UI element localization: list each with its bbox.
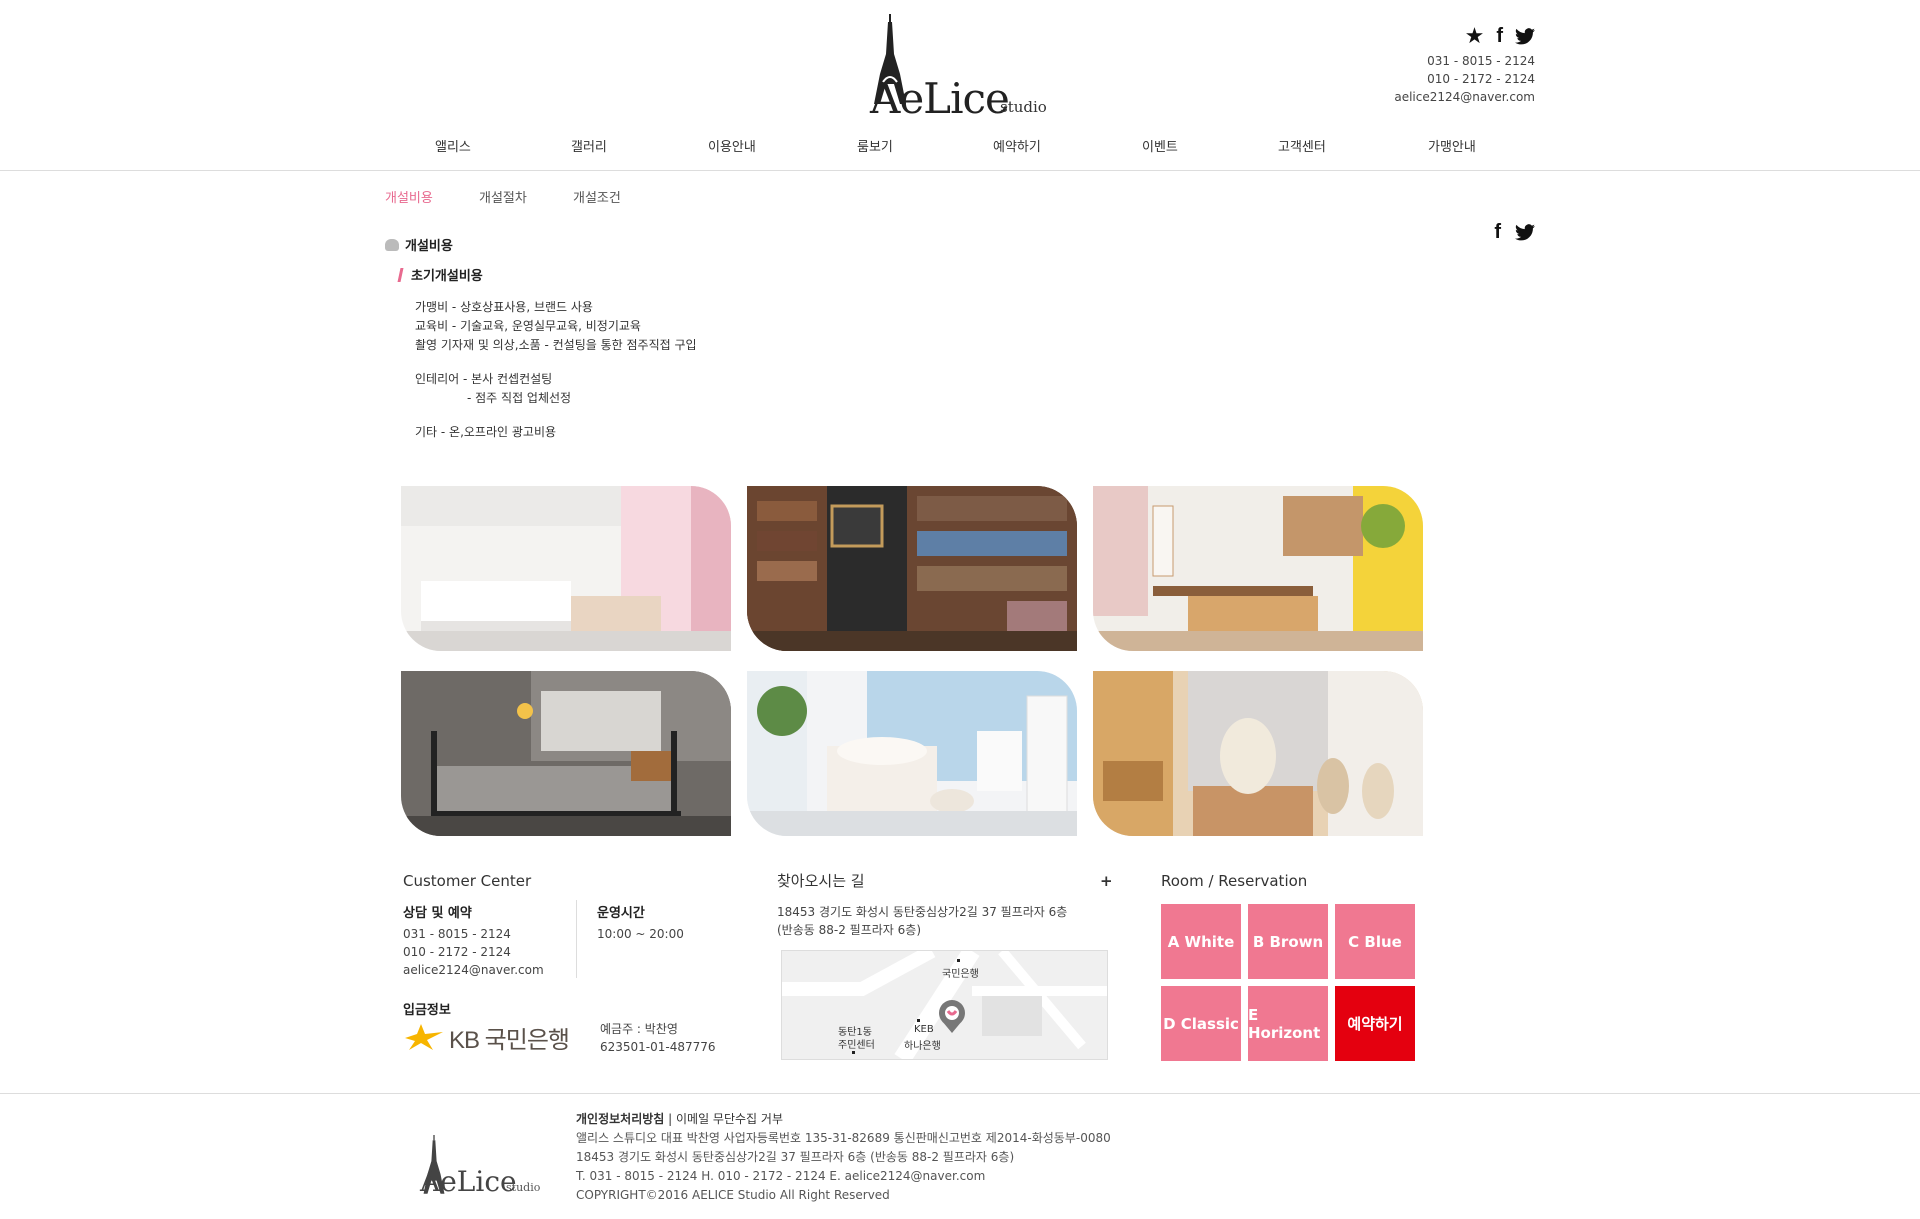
nav-item-reservation[interactable]: 예약하기 (993, 136, 1041, 155)
address-line1: 18453 경기도 화성시 동탄중심상가2길 37 필프라자 6층 (777, 905, 1068, 919)
facebook-icon[interactable]: f (1494, 221, 1501, 244)
map-label: 주민센터 (838, 1040, 875, 1051)
room-photo-image (401, 671, 731, 836)
cc-divider (576, 900, 577, 978)
hours-heading: 운영시간 (597, 906, 645, 921)
share-links: f (1494, 221, 1535, 244)
footer-links: 개인정보처리방침 | 이메일 무단수집 거부 (576, 1110, 1111, 1129)
subsection-title-text: 초기개설비용 (411, 269, 483, 284)
location-address: 18453 경기도 화성시 동탄중심상가2길 37 필프라자 6층 (반송동 8… (777, 903, 1067, 939)
footer-logo-sub: studio (506, 1181, 541, 1194)
location-map[interactable]: 국민은행 동탄1동 주민센터 KEB 하나은행 (781, 950, 1108, 1060)
header-email[interactable]: aelice2124@naver.com (1394, 88, 1535, 106)
header-phone2: 010 - 2172 - 2124 (1427, 72, 1535, 86)
privacy-policy-link[interactable]: 개인정보처리방침 (576, 1112, 664, 1126)
twitter-icon[interactable] (1515, 27, 1535, 45)
sub-tab-conditions[interactable]: 개설조건 (573, 187, 621, 206)
kb-star-icon (405, 1024, 443, 1050)
room-photo-horizont[interactable] (747, 671, 1077, 836)
room-photo-image (401, 486, 731, 651)
bank-name: KB 국민은행 (449, 1026, 570, 1054)
room-b-brown-button[interactable]: B Brown (1248, 904, 1328, 979)
room-photo-blue[interactable] (1093, 486, 1423, 651)
site-logo[interactable]: AeLice studio (870, 14, 1050, 123)
account-info: 예금주 : 박찬영 623501-01-487776 (600, 1020, 716, 1056)
footer-info: 개인정보처리방침 | 이메일 무단수집 거부 앨리스 스튜디오 대표 박찬영 사… (576, 1110, 1111, 1205)
deposit-heading: 입금정보 (403, 1003, 451, 1018)
room-photo-brown[interactable] (747, 486, 1077, 651)
account-holder: 예금주 : 박찬영 (600, 1022, 678, 1036)
consult-info: 031 - 8015 - 2124 010 - 2172 - 2124 aeli… (403, 925, 544, 979)
kb-bank-logo: KB 국민은행 (403, 1020, 570, 1054)
section-title-text: 개설비용 (405, 239, 453, 254)
location-more-button[interactable]: + (1100, 872, 1113, 890)
facebook-icon[interactable]: f (1496, 25, 1503, 48)
email-refusal-link[interactable]: | 이메일 무단수집 거부 (664, 1112, 783, 1126)
footer-company: 앨리스 스튜디오 대표 박찬영 사업자등록번호 135-31-82689 통신판… (576, 1131, 1111, 1145)
room-photo-image (747, 671, 1077, 836)
room-photo-image (747, 486, 1077, 651)
customer-center-title: Customer Center (403, 872, 532, 890)
footer-contact: T. 031 - 8015 - 2124 H. 010 - 2172 - 212… (576, 1169, 986, 1183)
main-nav: 앨리스 갤러리 이용안내 룸보기 예약하기 이벤트 고객센터 가맹안내 (385, 130, 1535, 160)
nav-item-rooms[interactable]: 룸보기 (857, 136, 893, 155)
nav-item-event[interactable]: 이벤트 (1142, 136, 1178, 155)
cost-line: - 점주 직접 업체선정 (467, 391, 572, 405)
section-title: 개설비용 (385, 235, 453, 254)
room-e-horizont-button[interactable]: E Horizont (1248, 986, 1328, 1061)
nav-item-gallery[interactable]: 갤러리 (571, 136, 607, 155)
cost-line: 인테리어 - 본사 컨셉컨설팅 (415, 372, 553, 386)
logo-text: AeLice (870, 74, 1010, 123)
room-photo-rabbits[interactable] (1093, 671, 1423, 836)
nav-item-customer[interactable]: 고객센터 (1278, 136, 1326, 155)
twitter-icon[interactable] (1515, 224, 1535, 241)
header-phone1: 031 - 8015 - 2124 (1427, 54, 1535, 68)
nav-item-franchise[interactable]: 가맹안내 (1428, 136, 1476, 155)
cost-line: 촬영 기자재 및 의상,소품 - 컨설팅을 통한 점주직접 구입 (415, 338, 697, 352)
account-number: 623501-01-487776 (600, 1040, 716, 1054)
reservation-button[interactable]: 예약하기 (1335, 986, 1415, 1061)
cost-line: 교육비 - 기술교육, 운영실무교육, 비정기교육 (415, 319, 641, 333)
room-d-classic-button[interactable]: D Classic (1161, 986, 1241, 1061)
footer-copyright: COPYRIGHT©2016 AELICE Studio All Right R… (576, 1188, 890, 1202)
address-line2: (반송동 88-2 필프라자 6층) (777, 923, 921, 937)
room-photo-white[interactable] (401, 486, 731, 651)
header-contact: 031 - 8015 - 2124 010 - 2172 - 2124 aeli… (1394, 52, 1535, 106)
map-label: KEB (914, 1024, 934, 1035)
cost-details: 가맹비 - 상호상표사용, 브랜드 사용 교육비 - 기술교육, 운영실무교육,… (415, 298, 697, 442)
rooms-title: Room / Reservation (1161, 872, 1308, 890)
nav-divider (0, 170, 1920, 171)
nav-item-alice[interactable]: 앨리스 (435, 136, 471, 155)
cc-phone2: 010 - 2172 - 2124 (403, 945, 511, 959)
sub-tab-cost[interactable]: 개설비용 (385, 187, 433, 206)
location-title: 찾아오시는 길 (777, 872, 865, 890)
hours-value: 10:00 ~ 20:00 (597, 927, 684, 941)
footer-address: 18453 경기도 화성시 동탄중심상가2길 37 필프라자 6층 (반송동 8… (576, 1150, 1015, 1164)
subsection-title: 초기개설비용 (397, 265, 483, 284)
pink-bar-icon (397, 268, 404, 282)
social-links: ★ f (1445, 24, 1535, 49)
map-label: 하나은행 (904, 1041, 941, 1052)
logo-sub: studio (1000, 98, 1047, 116)
cc-email[interactable]: aelice2124@naver.com (403, 961, 544, 979)
cost-line: 가맹비 - 상호상표사용, 브랜드 사용 (415, 300, 593, 314)
nav-item-guide[interactable]: 이용안내 (708, 136, 756, 155)
map-label: 국민은행 (942, 969, 979, 980)
footer-divider (0, 1093, 1920, 1094)
sub-tab-process[interactable]: 개설절차 (479, 187, 527, 206)
star-icon[interactable]: ★ (1465, 24, 1485, 49)
footer-logo-text: AeLice (420, 1165, 517, 1198)
room-photo-classic[interactable] (401, 671, 731, 836)
bullet-icon (385, 238, 399, 251)
consult-heading: 상담 및 예약 (403, 906, 472, 921)
room-photo-image (1093, 486, 1423, 651)
room-c-blue-button[interactable]: C Blue (1335, 904, 1415, 979)
cost-line: 기타 - 온,오프라인 광고비용 (415, 425, 557, 439)
cc-phone1: 031 - 8015 - 2124 (403, 927, 511, 941)
footer-logo: AeLice studio (420, 1135, 550, 1200)
room-photo-image (1093, 671, 1423, 836)
room-a-white-button[interactable]: A White (1161, 904, 1241, 979)
